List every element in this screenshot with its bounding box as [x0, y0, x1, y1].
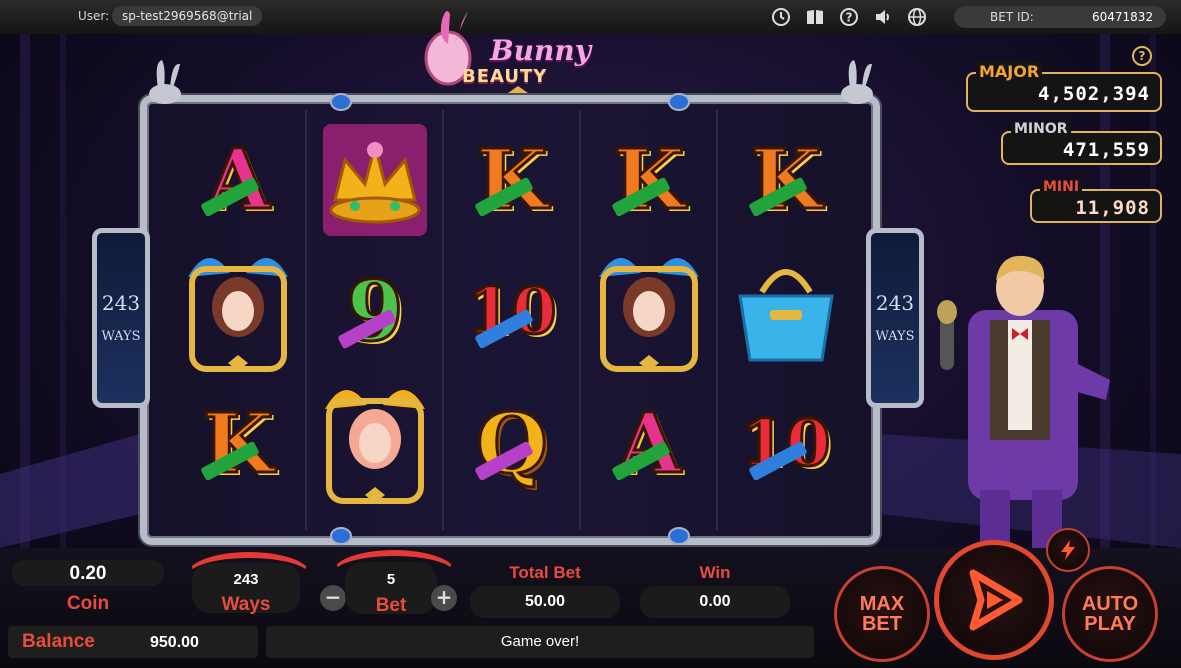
win-label: Win — [699, 563, 731, 582]
reel-separator — [579, 110, 581, 530]
mini-label: MINI — [1040, 179, 1083, 195]
spin-button[interactable] — [934, 540, 1054, 660]
blue-gem-icon — [330, 527, 352, 545]
spin-arrow-icon — [969, 569, 1023, 631]
user-label: User: — [78, 9, 110, 23]
blue-gem-icon — [668, 93, 690, 111]
globe-icon[interactable] — [906, 6, 928, 28]
status-message: Game over! — [500, 633, 580, 650]
ways-label: Ways — [221, 594, 271, 615]
handbag-symbol — [726, 252, 846, 372]
ways-panel-number: 243 — [875, 291, 915, 315]
sound-icon[interactable] — [872, 6, 894, 28]
balance-label: Balance — [22, 631, 95, 652]
ways-panel-right: 243 WAYS — [866, 228, 924, 408]
host-character — [937, 255, 1110, 550]
minor-value: 471,559 — [1062, 139, 1150, 161]
blue-bunny-girl-symbol — [589, 252, 709, 372]
bet-id-value: 60471832 — [1092, 10, 1154, 24]
total-bet-value: 50.00 — [524, 593, 566, 610]
bet-label: Bet — [375, 595, 407, 616]
auto-play-button[interactable]: AUTO PLAY — [1062, 566, 1158, 662]
ways-panel-label: WAYS — [101, 329, 141, 344]
bet-value: 5 — [386, 571, 396, 588]
ways-panel-label: WAYS — [875, 329, 915, 344]
handbag-icon — [738, 269, 834, 362]
major-label: MAJOR — [976, 62, 1043, 81]
pink-bunny-girl-icon — [325, 389, 425, 504]
symbol-k: K — [589, 120, 709, 240]
coin-label: Coin — [66, 593, 110, 614]
top-icons: ? — [770, 6, 928, 28]
minor-label: MINOR — [1011, 121, 1071, 137]
reel-separator — [716, 110, 718, 530]
clock-icon[interactable] — [770, 6, 792, 28]
major-value: 4,502,394 — [1038, 83, 1150, 105]
symbol-a: A — [589, 384, 709, 504]
symbol-a: A — [178, 120, 298, 240]
user-value: sp-test2969568@trial — [122, 9, 253, 23]
symbol-k: K — [452, 120, 572, 240]
mini-value: 11,908 — [1075, 197, 1150, 219]
auto-play-line1: AUTO — [1081, 593, 1139, 615]
ways-panel-left: 243 WAYS — [92, 228, 150, 408]
bunny-ornament-left — [149, 60, 181, 104]
mini-jackpot: MINI 11,908 — [1030, 179, 1162, 223]
symbol-k: K — [178, 384, 298, 504]
blue-bunny-girl-icon — [599, 257, 699, 372]
symbol-9: 9 — [315, 252, 435, 372]
svg-text:?: ? — [846, 11, 853, 25]
blue-bunny-girl-icon — [188, 257, 288, 372]
balance-value: 950.00 — [150, 634, 199, 651]
symbol-k: K — [726, 120, 846, 240]
reel-separator — [305, 110, 307, 530]
minor-jackpot: MINOR 471,559 — [1001, 121, 1162, 165]
total-bet-label: Total Bet — [509, 563, 581, 582]
max-bet-line2: BET — [861, 613, 902, 635]
blue-bunny-girl-symbol — [178, 252, 298, 372]
blue-gem-icon — [668, 527, 690, 545]
bet-id-label: BET ID: — [990, 10, 1034, 24]
bunny-ornament-right — [841, 60, 873, 104]
turbo-button[interactable] — [1046, 528, 1090, 572]
auto-play-line2: PLAY — [1084, 613, 1136, 635]
reel-separator — [442, 110, 444, 530]
symbol-10: 10 — [726, 384, 846, 504]
symbol-q: Q — [452, 384, 572, 504]
help-icon[interactable]: ? — [838, 6, 860, 28]
lightning-icon — [1061, 540, 1075, 560]
blue-gem-icon — [330, 93, 352, 111]
jackpot-help-icon[interactable]: ? — [1132, 46, 1152, 66]
ways-value: 243 — [233, 571, 259, 588]
logo-line1: Bunny — [490, 34, 592, 67]
book-icon[interactable] — [804, 6, 826, 28]
bet-increase-button[interactable]: + — [431, 585, 457, 611]
ways-panel-number: 243 — [101, 291, 141, 315]
max-bet-button[interactable]: MAX BET — [834, 566, 930, 662]
win-value: 0.00 — [699, 593, 731, 610]
crown-icon — [323, 124, 427, 236]
pink-bunny-girl-symbol — [315, 384, 435, 504]
symbol-10: 10 — [452, 252, 572, 372]
coin-value[interactable]: 0.20 — [12, 563, 164, 585]
major-jackpot: MAJOR 4,502,394 — [966, 62, 1162, 112]
max-bet-line1: MAX — [859, 593, 905, 615]
logo-line2: BEAUTY — [462, 66, 548, 87]
crown-symbol — [315, 120, 435, 240]
